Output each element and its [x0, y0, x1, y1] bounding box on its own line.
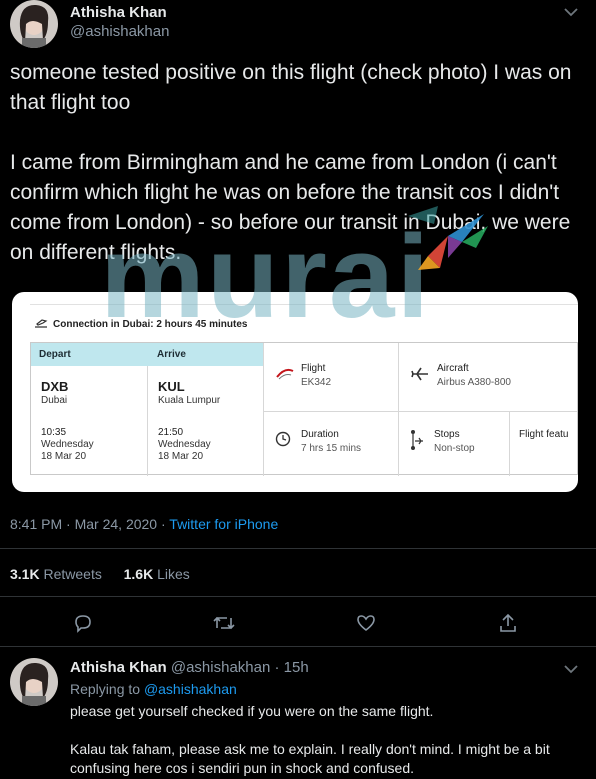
- arrive-time: 21:50: [158, 427, 184, 438]
- depart-code: DXB: [41, 379, 69, 394]
- author-name[interactable]: Athisha Khan: [70, 4, 167, 21]
- emirates-logo-icon: [275, 365, 295, 384]
- reply-chevron-down-icon[interactable]: [564, 661, 578, 677]
- depart-label: Depart: [39, 349, 71, 360]
- reply-author-name[interactable]: Athisha Khan: [70, 659, 167, 676]
- clock-icon: [275, 431, 291, 450]
- airplane-icon: [411, 367, 429, 384]
- flight-table: Depart Arrive DXB Dubai 10:35 Wednesday …: [30, 342, 578, 476]
- depart-arrive-header: Depart Arrive: [31, 343, 263, 366]
- arrive-day: Wednesday: [158, 439, 211, 450]
- depart-date: 18 Mar 20: [41, 451, 87, 462]
- tweet-photo[interactable]: Connection in Dubai: 2 hours 45 minutes …: [12, 292, 578, 492]
- arrive-label: Arrive: [157, 349, 186, 360]
- author-handle[interactable]: @ashishakhan: [70, 23, 169, 40]
- tweet-meta: 8:41 PM · Mar 24, 2020 · Twitter for iPh…: [10, 516, 278, 532]
- duration-label: Duration: [301, 429, 339, 440]
- reply-separator: ·: [274, 659, 280, 676]
- reply-author-handle[interactable]: @ashishakhan: [171, 659, 270, 676]
- flight-number: EK342: [301, 377, 332, 388]
- reply-text: please get yourself checked if you were …: [70, 703, 550, 776]
- replying-to: Replying to @ashishakhan: [70, 681, 237, 697]
- tweet-date[interactable]: Mar 24, 2020: [75, 516, 158, 532]
- retweets-label[interactable]: Retweets: [43, 566, 101, 582]
- bird-logo-icon: [388, 196, 498, 291]
- connection-icon: [34, 317, 48, 332]
- depart-city: Dubai: [41, 395, 68, 406]
- arrive-date: 18 Mar 20: [158, 451, 204, 462]
- replying-to-prefix: Replying to: [70, 681, 141, 697]
- like-icon[interactable]: [355, 612, 379, 636]
- arrive-city: Kuala Lumpur: [158, 395, 221, 406]
- replying-to-handle[interactable]: @ashishakhan: [144, 681, 237, 697]
- share-icon[interactable]: [497, 612, 521, 636]
- stops-icon: [409, 429, 425, 454]
- duration-value: 7 hrs 15 mins: [301, 443, 362, 454]
- likes-count[interactable]: 1.6K: [124, 566, 154, 582]
- retweet-icon[interactable]: [212, 612, 236, 636]
- chevron-down-icon[interactable]: [564, 4, 578, 20]
- meta-separator: ·: [66, 516, 71, 532]
- aircraft-value: Airbus A380-800: [437, 377, 511, 388]
- reply-icon[interactable]: [72, 612, 96, 636]
- tweet-stats: 3.1K Retweets 1.6K Likes: [10, 566, 190, 582]
- depart-day: Wednesday: [41, 439, 94, 450]
- depart-time: 10:35: [41, 427, 67, 438]
- meta-separator-2: ·: [160, 516, 166, 532]
- likes-label[interactable]: Likes: [157, 566, 190, 582]
- arrive-code: KUL: [158, 379, 185, 394]
- retweets-count[interactable]: 3.1K: [10, 566, 40, 582]
- tweet-text: someone tested positive on this flight (…: [10, 61, 572, 264]
- tweet-actions: [0, 612, 596, 636]
- features-label: Flight featu: [519, 429, 569, 440]
- tweet-source[interactable]: Twitter for iPhone: [169, 516, 278, 532]
- connection-info: Connection in Dubai: 2 hours 45 minutes: [34, 317, 247, 332]
- flight-label: Flight: [301, 363, 326, 374]
- tweet-time[interactable]: 8:41 PM: [10, 516, 62, 532]
- stops-value: Non-stop: [434, 443, 475, 454]
- reply-header: Athisha Khan @ashishakhan · 15h: [70, 659, 309, 676]
- connection-label: Connection in Dubai: 2 hours 45 minutes: [53, 319, 248, 330]
- reply-age[interactable]: 15h: [284, 659, 309, 676]
- avatar[interactable]: [10, 0, 58, 48]
- stops-label: Stops: [434, 429, 460, 440]
- aircraft-label: Aircraft: [437, 363, 469, 374]
- reply-avatar[interactable]: [10, 658, 58, 706]
